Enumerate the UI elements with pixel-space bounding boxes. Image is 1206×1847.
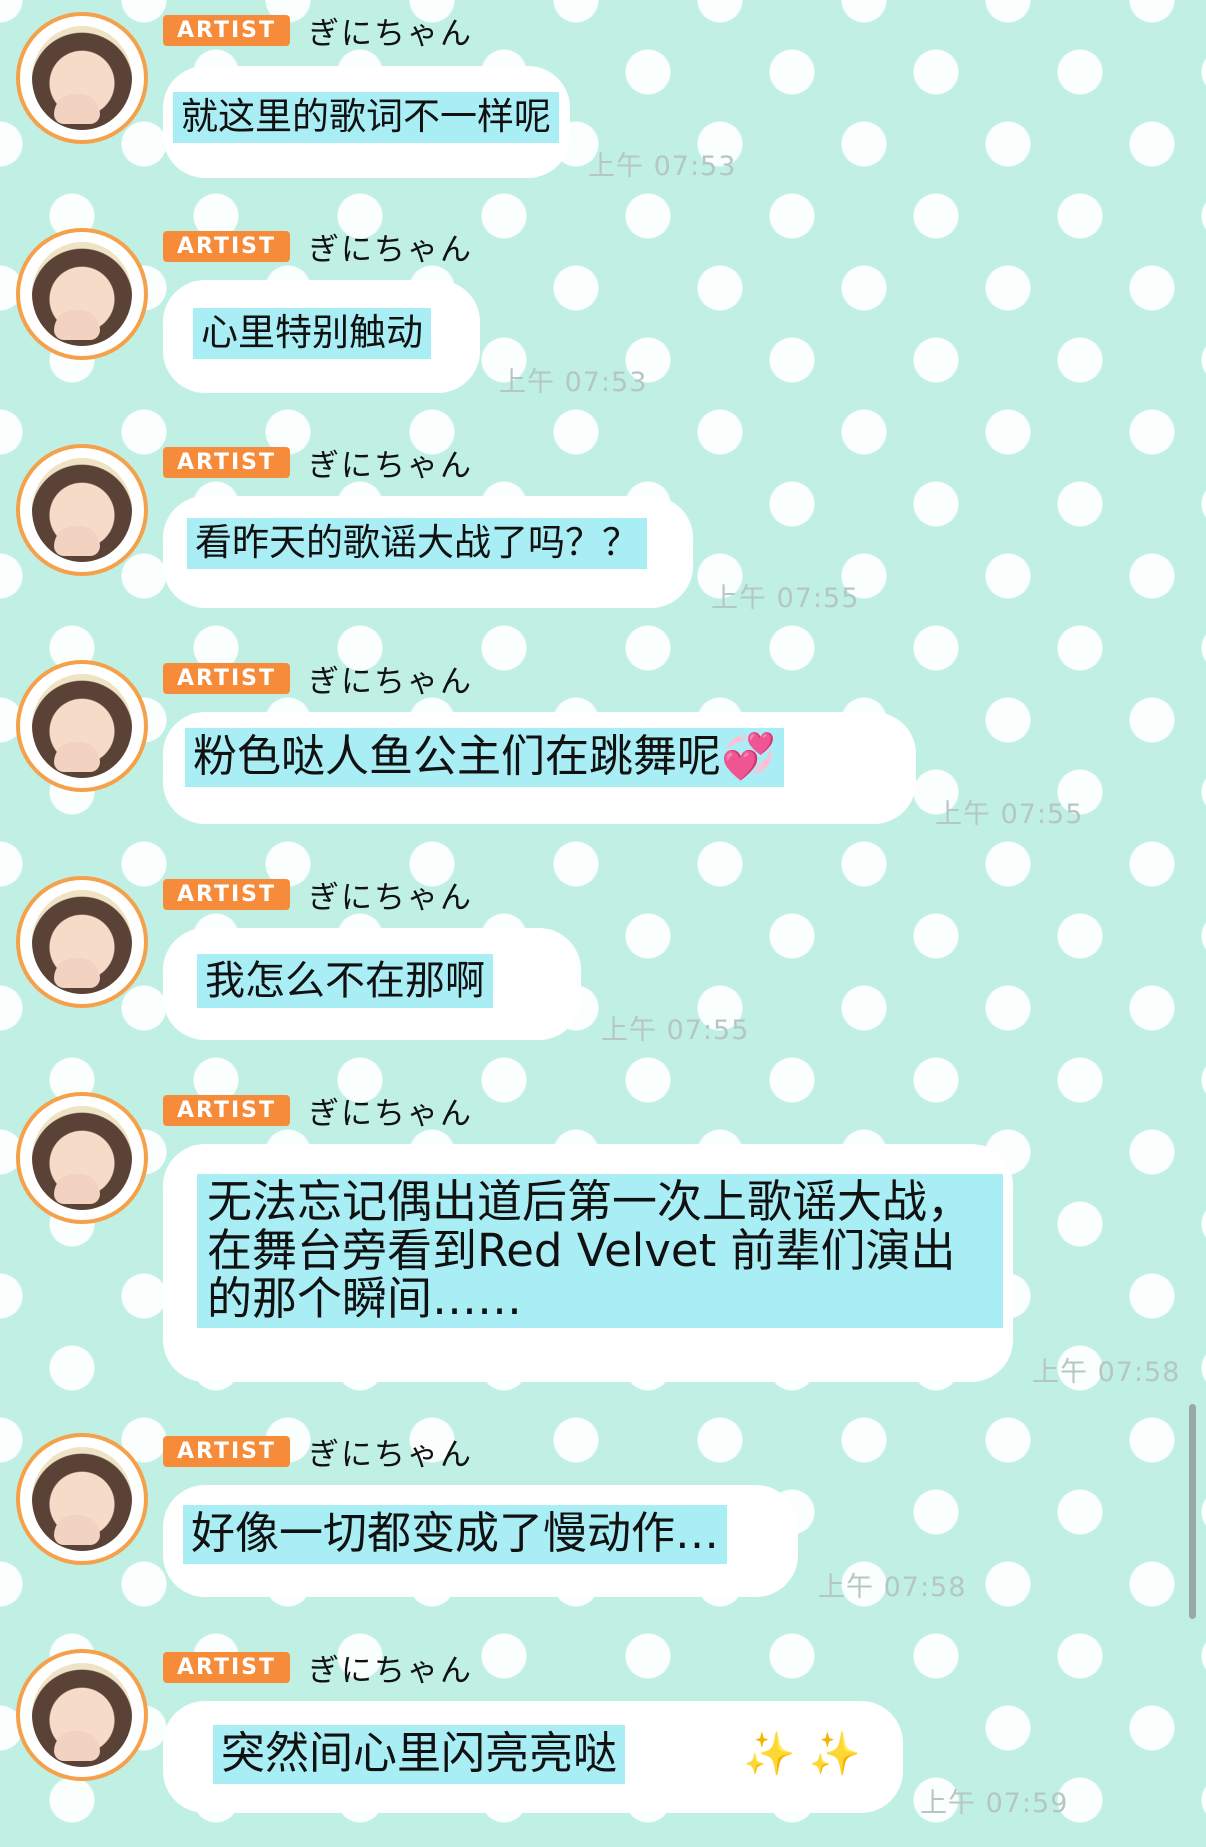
message-header: ARTIST ぎにちゃん (163, 874, 474, 916)
sender-name: ぎにちゃん (308, 1095, 474, 1132)
sender-name: ぎにちゃん (308, 1652, 474, 1689)
sender-name: ぎにちゃん (308, 663, 474, 700)
avatar[interactable] (16, 876, 148, 1008)
artist-badge: ARTIST (163, 1094, 291, 1126)
avatar-photo-detail (54, 742, 100, 772)
message-text: 我怎么不在那啊 (197, 954, 493, 1008)
message-text: 就这里的歌词不一样呢 (173, 92, 559, 143)
message-timestamp: 上午 07:58 (818, 1572, 967, 1603)
message-text: 粉色哒人鱼公主们在跳舞呢💞 (185, 728, 784, 787)
message-timestamp: 上午 07:55 (711, 583, 860, 614)
avatar[interactable] (16, 1092, 148, 1224)
sender-name: ぎにちゃん (308, 447, 474, 484)
sender-name: ぎにちゃん (308, 1436, 474, 1473)
sender-name: ぎにちゃん (308, 15, 474, 52)
message-bubble[interactable]: 心里特别触动 (163, 280, 480, 393)
message-bubble[interactable]: 突然间心里闪亮亮哒 ✨ ✨ (163, 1701, 903, 1813)
message-timestamp: 上午 07:53 (588, 151, 737, 182)
message-timestamp: 上午 07:53 (499, 367, 648, 398)
message-text: 心里特别触动 (193, 308, 431, 359)
avatar-photo-detail (54, 1731, 100, 1761)
avatar[interactable] (16, 12, 148, 144)
message-text: 好像一切都变成了慢动作… (183, 1505, 727, 1564)
message-header: ARTIST ぎにちゃん (163, 1431, 474, 1473)
artist-badge: ARTIST (163, 446, 291, 478)
scrollbar[interactable] (1189, 1404, 1196, 1619)
sparkle-icon: ✨ ✨ (743, 1729, 861, 1778)
avatar-photo-detail (54, 310, 100, 340)
avatar[interactable] (16, 444, 148, 576)
message-header: ARTIST ぎにちゃん (163, 1647, 474, 1689)
message-bubble[interactable]: 粉色哒人鱼公主们在跳舞呢💞 (163, 712, 916, 824)
avatar-photo-detail (54, 1515, 100, 1545)
artist-badge: ARTIST (163, 878, 291, 910)
artist-badge: ARTIST (163, 662, 291, 694)
avatar-photo-detail (54, 526, 100, 556)
avatar-photo-detail (54, 958, 100, 988)
message-bubble[interactable]: 看昨天的歌谣大战了吗？？ (163, 496, 693, 608)
message-bubble[interactable]: 我怎么不在那啊 (163, 928, 581, 1040)
message-timestamp: 上午 07:55 (601, 1015, 750, 1046)
message-bubble[interactable]: 好像一切都变成了慢动作… (163, 1485, 798, 1597)
message-header: ARTIST ぎにちゃん (163, 226, 474, 268)
message-timestamp: 上午 07:55 (935, 799, 1084, 830)
message-bubble[interactable]: 就这里的歌词不一样呢 (163, 66, 570, 178)
message-timestamp: 上午 07:59 (920, 1788, 1069, 1819)
message-text: 无法忘记偶出道后第一次上歌谣大战，在舞台旁看到Red Velvet 前辈们演出的… (197, 1174, 1003, 1328)
avatar[interactable] (16, 1649, 148, 1781)
message-header: ARTIST ぎにちゃん (163, 1090, 474, 1132)
artist-badge: ARTIST (163, 1651, 291, 1683)
artist-badge: ARTIST (163, 14, 291, 46)
message-text: 看昨天的歌谣大战了吗？？ (187, 518, 647, 569)
sender-name: ぎにちゃん (308, 879, 474, 916)
message-text: 突然间心里闪亮亮哒 (213, 1725, 625, 1784)
message-header: ARTIST ぎにちゃん (163, 442, 474, 484)
message-header: ARTIST ぎにちゃん (163, 658, 474, 700)
message-header: ARTIST ぎにちゃん (163, 10, 474, 52)
artist-badge: ARTIST (163, 230, 291, 262)
avatar[interactable] (16, 660, 148, 792)
avatar-photo-detail (54, 1174, 100, 1204)
avatar[interactable] (16, 1433, 148, 1565)
artist-badge: ARTIST (163, 1435, 291, 1467)
avatar-photo-detail (54, 94, 100, 124)
message-timestamp: 上午 07:58 (1032, 1357, 1181, 1388)
sender-name: ぎにちゃん (308, 231, 474, 268)
avatar[interactable] (16, 228, 148, 360)
message-bubble[interactable]: 无法忘记偶出道后第一次上歌谣大战，在舞台旁看到Red Velvet 前辈们演出的… (163, 1144, 1013, 1382)
